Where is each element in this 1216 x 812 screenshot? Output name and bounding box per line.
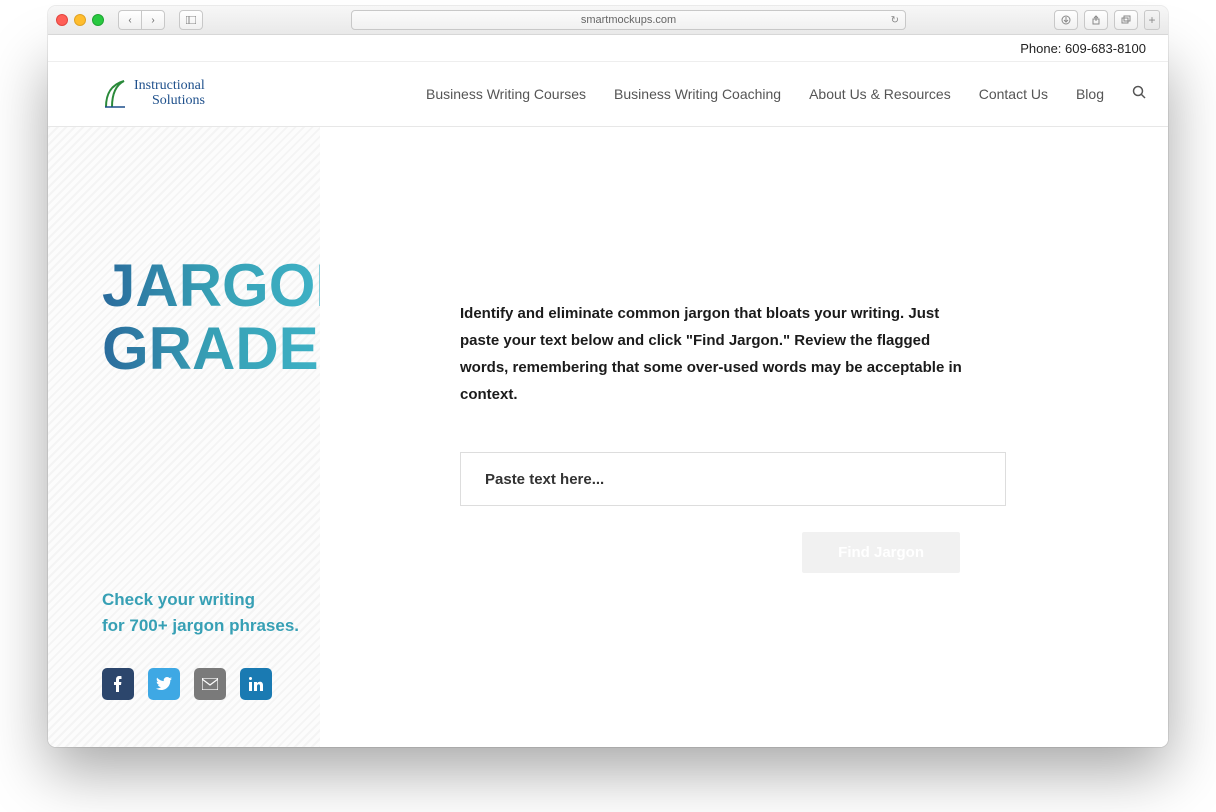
main-nav: Business Writing Courses Business Writin… xyxy=(426,85,1146,103)
main-content: Identify and eliminate common jargon tha… xyxy=(320,127,1168,747)
utility-bar: Phone: 609-683-8100 xyxy=(48,35,1168,62)
hero-title-line2: GRADER xyxy=(102,320,320,377)
downloads-button[interactable] xyxy=(1054,10,1078,30)
share-buttons xyxy=(102,668,320,700)
jargon-input-container xyxy=(460,452,1006,506)
nav-link-courses[interactable]: Business Writing Courses xyxy=(426,86,586,102)
nav-link-contact[interactable]: Contact Us xyxy=(979,86,1048,102)
close-window-button[interactable] xyxy=(56,14,68,26)
tabs-icon xyxy=(1121,15,1131,25)
nav-link-about[interactable]: About Us & Resources xyxy=(809,86,951,102)
search-icon[interactable] xyxy=(1132,85,1146,103)
phone-label: Phone: 609-683-8100 xyxy=(1020,41,1146,56)
browser-titlebar: ‹ › smartmockups.com ↻ + xyxy=(48,6,1168,35)
linkedin-icon xyxy=(249,677,263,691)
twitter-icon xyxy=(156,677,172,690)
share-linkedin-button[interactable] xyxy=(240,668,272,700)
hero-title-line1: JARGON xyxy=(102,257,320,314)
share-email-button[interactable] xyxy=(194,668,226,700)
forward-button[interactable]: › xyxy=(141,10,165,30)
hero-subtitle: Check your writing for 700+ jargon phras… xyxy=(102,587,320,640)
back-button[interactable]: ‹ xyxy=(118,10,141,30)
address-bar[interactable]: smartmockups.com ↻ xyxy=(351,10,906,30)
site-header: Instructional Solutions Business Writing… xyxy=(48,62,1168,127)
logo-text: Instructional Solutions xyxy=(134,79,205,108)
nav-link-blog[interactable]: Blog xyxy=(1076,86,1104,102)
facebook-icon xyxy=(113,676,123,692)
reload-icon[interactable]: ↻ xyxy=(891,15,899,26)
share-twitter-button[interactable] xyxy=(148,668,180,700)
new-tab-button[interactable]: + xyxy=(1144,10,1160,30)
download-icon xyxy=(1061,15,1071,25)
logo[interactable]: Instructional Solutions xyxy=(102,79,205,109)
find-jargon-button[interactable]: Find Jargon xyxy=(802,532,960,573)
minimize-window-button[interactable] xyxy=(74,14,86,26)
leaf-icon xyxy=(102,79,128,109)
zoom-window-button[interactable] xyxy=(92,14,104,26)
tabs-button[interactable] xyxy=(1114,10,1138,30)
nav-link-coaching[interactable]: Business Writing Coaching xyxy=(614,86,781,102)
jargon-input[interactable] xyxy=(483,470,983,489)
browser-window: ‹ › smartmockups.com ↻ + xyxy=(48,6,1168,747)
description-text: Identify and eliminate common jargon tha… xyxy=(460,300,980,408)
share-icon xyxy=(1091,15,1101,25)
address-text: smartmockups.com xyxy=(581,14,676,26)
sidebar-toggle-button[interactable] xyxy=(179,10,203,30)
window-controls xyxy=(56,14,104,26)
share-button[interactable] xyxy=(1084,10,1108,30)
hero-sidebar: JARGON GRADER Check your writing for 700… xyxy=(48,127,320,747)
email-icon xyxy=(202,678,218,690)
sidebar-icon xyxy=(186,16,196,24)
share-facebook-button[interactable] xyxy=(102,668,134,700)
webpage: Phone: 609-683-8100 Instructional Soluti… xyxy=(48,35,1168,747)
